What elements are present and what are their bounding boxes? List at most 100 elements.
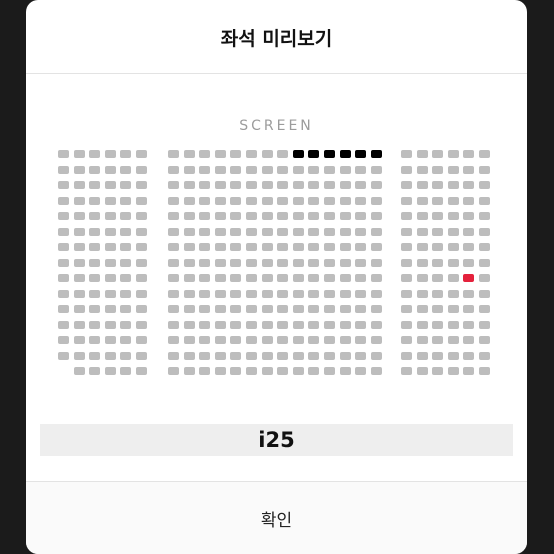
- seat[interactable]: [370, 336, 382, 344]
- seat[interactable]: [401, 212, 412, 220]
- seat[interactable]: [168, 165, 179, 174]
- seat[interactable]: [324, 289, 335, 298]
- seat[interactable]: [89, 320, 101, 329]
- seat[interactable]: [432, 196, 444, 205]
- seat[interactable]: [463, 336, 475, 344]
- seat[interactable]: [277, 165, 289, 174]
- seat[interactable]: [214, 258, 226, 267]
- seat[interactable]: [479, 227, 490, 236]
- seat[interactable]: [432, 227, 444, 236]
- seat[interactable]: [58, 320, 69, 329]
- seat[interactable]: [355, 274, 367, 282]
- seat[interactable]: [401, 196, 412, 205]
- seat[interactable]: [214, 289, 226, 298]
- seat[interactable]: [73, 367, 85, 375]
- seat[interactable]: [183, 305, 195, 313]
- seat[interactable]: [308, 165, 320, 174]
- seat[interactable]: [292, 165, 304, 174]
- seat[interactable]: [463, 181, 475, 189]
- seat[interactable]: [261, 165, 273, 174]
- seat[interactable]: [246, 289, 257, 298]
- seat[interactable]: [261, 258, 273, 267]
- seat[interactable]: [246, 336, 257, 344]
- seat[interactable]: [261, 289, 273, 298]
- seat[interactable]: [168, 150, 179, 158]
- seat[interactable]: [261, 336, 273, 344]
- seat[interactable]: [89, 274, 101, 282]
- seat[interactable]: [230, 212, 242, 220]
- seat[interactable]: [355, 258, 367, 267]
- seat[interactable]: [168, 227, 179, 236]
- seat[interactable]: [370, 227, 382, 236]
- seat[interactable]: [104, 289, 116, 298]
- seat[interactable]: [308, 243, 320, 251]
- seat[interactable]: [447, 305, 459, 313]
- seat[interactable]: [277, 367, 289, 375]
- seat[interactable]: [339, 351, 351, 360]
- seat[interactable]: [104, 258, 116, 267]
- seat[interactable]: [292, 274, 304, 282]
- seat[interactable]: [199, 336, 211, 344]
- seat[interactable]: [463, 320, 475, 329]
- seat[interactable]: [339, 336, 351, 344]
- seat[interactable]: [120, 243, 132, 251]
- seat[interactable]: [183, 165, 195, 174]
- seat[interactable]: [168, 320, 179, 329]
- seat[interactable]: [277, 351, 289, 360]
- seat[interactable]: [120, 181, 132, 189]
- seat[interactable]: [416, 258, 428, 267]
- seat-booked[interactable]: [308, 150, 320, 158]
- seat[interactable]: [447, 351, 459, 360]
- seat[interactable]: [120, 351, 132, 360]
- seat[interactable]: [230, 367, 242, 375]
- seat[interactable]: [432, 212, 444, 220]
- seat[interactable]: [246, 196, 257, 205]
- seat[interactable]: [183, 196, 195, 205]
- seat[interactable]: [230, 351, 242, 360]
- seat[interactable]: [339, 212, 351, 220]
- seat[interactable]: [463, 196, 475, 205]
- seat[interactable]: [401, 336, 412, 344]
- seat[interactable]: [292, 305, 304, 313]
- seat[interactable]: [401, 351, 412, 360]
- seat[interactable]: [339, 320, 351, 329]
- seat[interactable]: [230, 227, 242, 236]
- seat[interactable]: [136, 305, 147, 313]
- seat[interactable]: [58, 336, 69, 344]
- seat[interactable]: [261, 305, 273, 313]
- seat[interactable]: [479, 196, 490, 205]
- seat[interactable]: [324, 165, 335, 174]
- seat[interactable]: [230, 165, 242, 174]
- seat[interactable]: [447, 274, 459, 282]
- seat[interactable]: [308, 305, 320, 313]
- seat[interactable]: [416, 150, 428, 158]
- seat[interactable]: [89, 165, 101, 174]
- seat[interactable]: [230, 196, 242, 205]
- seat[interactable]: [261, 212, 273, 220]
- seat[interactable]: [183, 227, 195, 236]
- seat[interactable]: [355, 336, 367, 344]
- seat[interactable]: [58, 165, 69, 174]
- seat[interactable]: [355, 367, 367, 375]
- seat[interactable]: [416, 196, 428, 205]
- seat[interactable]: [324, 336, 335, 344]
- seat[interactable]: [104, 243, 116, 251]
- seat[interactable]: [73, 336, 85, 344]
- seat[interactable]: [416, 212, 428, 220]
- seat[interactable]: [73, 320, 85, 329]
- seat[interactable]: [230, 150, 242, 158]
- seat[interactable]: [432, 351, 444, 360]
- seat[interactable]: [463, 165, 475, 174]
- seat[interactable]: [199, 227, 211, 236]
- seat[interactable]: [277, 320, 289, 329]
- seat[interactable]: [58, 212, 69, 220]
- seat[interactable]: [246, 258, 257, 267]
- seat[interactable]: [136, 351, 147, 360]
- seat[interactable]: [89, 351, 101, 360]
- seat-booked[interactable]: [324, 150, 335, 158]
- seat[interactable]: [136, 243, 147, 251]
- seat[interactable]: [277, 181, 289, 189]
- seat[interactable]: [292, 351, 304, 360]
- seat[interactable]: [324, 196, 335, 205]
- seat-booked[interactable]: [292, 150, 304, 158]
